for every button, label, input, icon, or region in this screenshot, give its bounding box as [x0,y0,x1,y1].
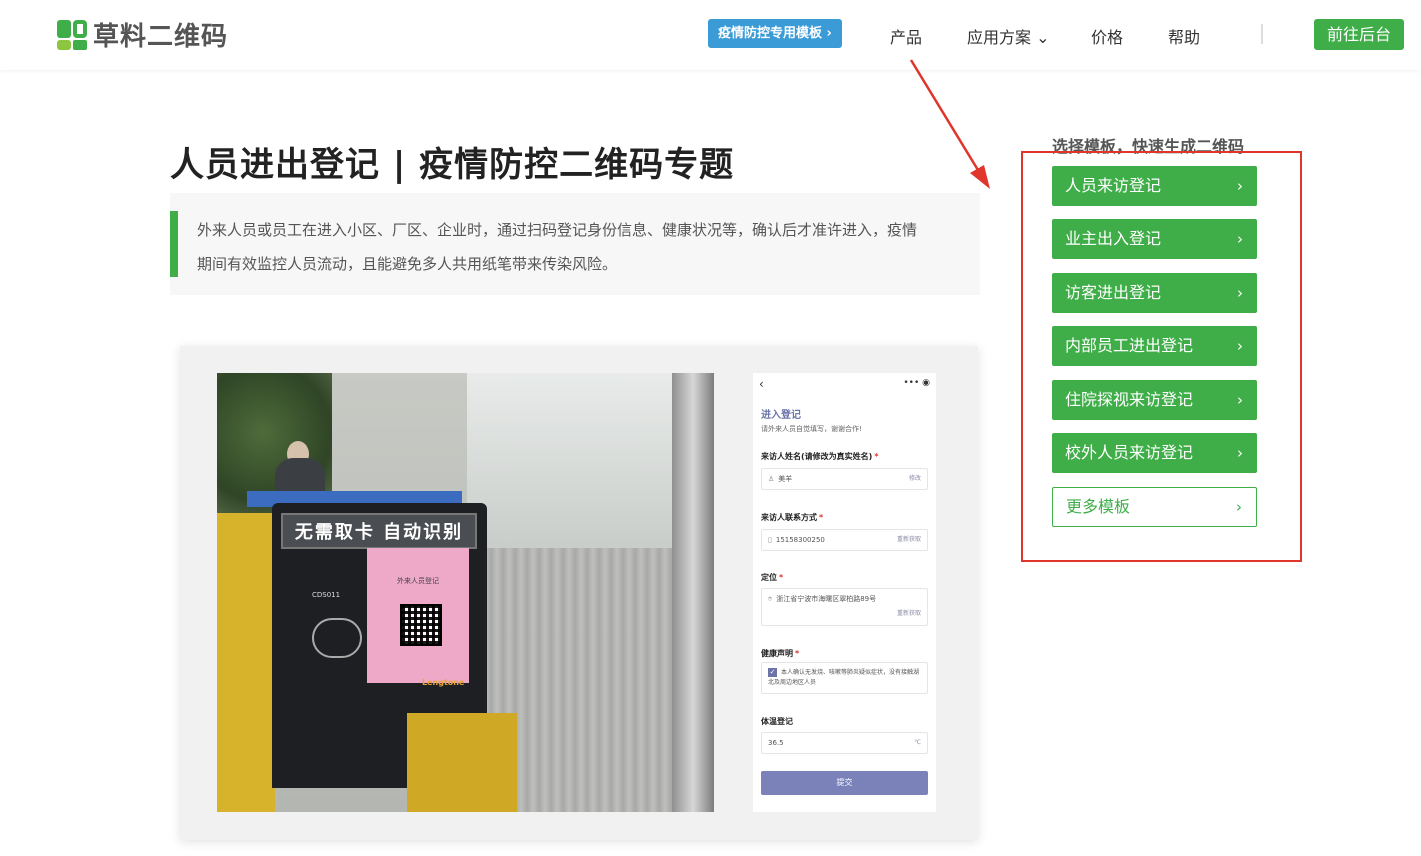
template-owner-access[interactable]: 业主出入登记 › [1052,219,1257,259]
kiosk-brand: Lengtone [422,678,465,687]
yellow-post [217,513,275,812]
mini-program-menu-icon: ••• ◉ [903,378,930,388]
phone-form-preview: ‹ ••• ◉ 进入登记 请外来人员自觉填写，谢谢合作! 来访人姓名(请修改为真… [753,373,936,812]
template-visitor-registration[interactable]: 人员来访登记 › [1052,166,1257,206]
location-field: ⌾ 浙江省宁波市海曙区翠柏路89号 重新获取 [761,588,928,626]
chevron-right-icon: › [1237,444,1243,462]
site-logo[interactable]: 草料二维码 [57,16,228,53]
checkbox-checked-icon: ✓ [768,668,777,677]
poster-title: 外来人员登记 [397,577,439,585]
nav-pricing[interactable]: 价格 [1091,24,1123,48]
template-guest-access[interactable]: 访客进出登记 › [1052,273,1257,313]
yellow-barrier [407,713,517,812]
intro-accent-bar [170,211,178,277]
chevron-right-icon: › [1237,230,1243,248]
nav-solutions[interactable]: 应用方案 ⌄ [967,24,1050,48]
chevron-right-icon: › [1237,391,1243,409]
chevron-right-icon: › [1236,498,1242,516]
nav-help[interactable]: 帮助 [1168,24,1200,48]
user-icon: ♙ [768,475,775,483]
qr-code-icon [400,604,442,646]
phone-field: ▯ 15158300250 重新获取 [761,529,928,551]
name-label: 来访人姓名(请修改为真实姓名) * [761,452,879,461]
health-declaration-field: ✓ 本人确认无发烧、咳嗽等肺炎疑似症状，没有接触湖北及周边地区人员 [761,662,928,694]
card-reader-icon [312,618,362,658]
template-hospital-visit[interactable]: 住院探视来访登记 › [1052,380,1257,420]
kiosk-sign: 无需取卡 自动识别 [281,513,477,549]
logo-icon [57,19,87,50]
logo-text: 草料二维码 [93,22,229,52]
form-subtitle: 请外来人员自觉填写，谢谢合作! [761,425,862,433]
template-campus-visitor[interactable]: 校外人员来访登记 › [1052,433,1257,473]
kiosk-model-label: CDS011 [312,591,341,599]
top-header: 草料二维码 疫情防控专用模板 › 产品 应用方案 ⌄ 价格 帮助 前往后台 [0,0,1421,70]
intro-line-2: 期间有效监控人员流动，且能避免多人共用纸笔带来传染风险。 [197,255,618,273]
chevron-right-icon: › [1237,337,1243,355]
form-submit-button: 提交 [761,771,928,795]
chevron-right-icon: › [1237,284,1243,302]
nav-product[interactable]: 产品 [890,24,922,48]
temperature-field: 36.5 ℃ [761,732,928,754]
location-pin-icon: ⌾ [768,595,773,603]
form-title: 进入登记 [761,410,801,421]
kiosk-photo: 无需取卡 自动识别 CDS011 外来人员登记 Lengtone [217,373,714,812]
back-icon: ‹ [759,377,764,391]
chevron-right-icon: › [1237,177,1243,195]
location-label: 定位 * [761,573,784,582]
epidemic-template-tag[interactable]: 疫情防控专用模板 › [708,19,842,48]
intro-text: 外来人员或员工在进入小区、厂区、企业时，通过扫码登记身份信息、健康状况等，确认后… [197,213,960,281]
health-label: 健康声明 * [761,649,800,658]
mobile-icon: ▯ [768,536,772,544]
temperature-label: 体温登记 [761,717,793,726]
metal-pole [672,373,714,812]
template-staff-access[interactable]: 内部员工进出登记 › [1052,326,1257,366]
go-to-backend-button[interactable]: 前往后台 [1314,19,1404,50]
nav-divider [1261,24,1263,44]
page-title: 人员进出登记 | 疫情防控二维码专题 [170,145,735,185]
intro-line-1: 外来人员或员工在进入小区、厂区、企业时，通过扫码登记身份信息、健康状况等，确认后… [197,221,918,239]
phone-header: ‹ ••• ◉ [753,373,936,395]
name-field: ♙ 美羊 修改 [761,468,928,490]
more-templates-button[interactable]: 更多模板 › [1052,487,1257,527]
intro-box: 外来人员或员工在进入小区、厂区、企业时，通过扫码登记身份信息、健康状况等，确认后… [170,193,980,295]
phone-label: 来访人联系方式 * [761,513,824,522]
preview-card: 无需取卡 自动识别 CDS011 外来人员登记 Lengtone ‹ ••• ◉… [180,346,978,840]
registration-poster: 外来人员登记 [367,548,469,683]
